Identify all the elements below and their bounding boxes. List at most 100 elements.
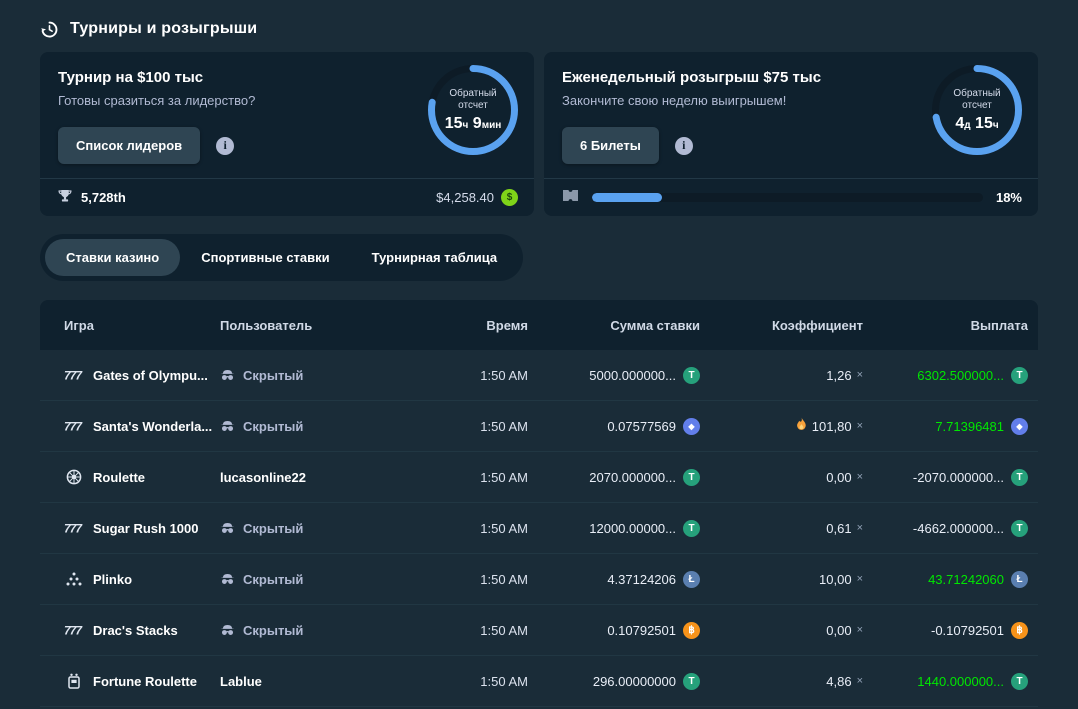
bet-amount: 4.37124206 — [607, 572, 676, 587]
multiplier: 0,61 — [826, 521, 851, 536]
countdown-ring: Обратный отсчет 15ч 9мин — [424, 61, 522, 159]
multiplier: 10,00 — [819, 572, 852, 587]
username: Скрытый — [243, 419, 303, 434]
hidden-user-icon — [220, 420, 235, 432]
username: Lablue — [220, 674, 262, 689]
svg-text:777: 777 — [64, 369, 83, 383]
game-icon — [64, 469, 84, 485]
tab-2[interactable]: Турнирная таблица — [351, 239, 518, 276]
player-rank: 5,728th — [81, 190, 126, 205]
coin-icon: T — [1011, 673, 1028, 690]
bet-tabs: Ставки казиноСпортивные ставкиТурнирная … — [40, 234, 523, 281]
flame-icon — [796, 417, 807, 436]
table-row[interactable]: Fortune Roulette Lablue 1:50 AM 296.0000… — [40, 656, 1038, 707]
tab-0[interactable]: Ставки казино — [45, 239, 180, 276]
raffle-footer: 18% — [544, 178, 1038, 216]
countdown-label: Обратный — [449, 88, 496, 101]
bet-amount: 5000.000000... — [589, 368, 676, 383]
raffle-progress-label: 18% — [996, 190, 1022, 205]
table-row[interactable]: 777 Drac's Stacks Скрытый 1:50 AM 0.1079… — [40, 605, 1038, 656]
hidden-user-icon — [220, 573, 235, 585]
col-game: Игра — [64, 318, 220, 333]
raffle-card-top: Еженедельный розыгрыш $75 тыс Закончите … — [544, 52, 1038, 178]
raffle-progress-fill — [592, 193, 662, 202]
coin-icon: ◆ — [683, 418, 700, 435]
payout-amount: -0.10792501 — [931, 623, 1004, 638]
coin-icon: ◆ — [1011, 418, 1028, 435]
coin-icon: Ł — [1011, 571, 1028, 588]
multiplier: 4,86 — [826, 674, 851, 689]
tournament-card: Турнир на $100 тыс Готовы сразиться за л… — [40, 52, 534, 216]
bet-time: 1:50 AM — [400, 470, 528, 485]
bet-amount: 12000.00000... — [589, 521, 676, 536]
countdown-ring: Обратный отсчет 4д 15ч — [928, 61, 1026, 159]
tournaments-page: Турниры и розыгрыши Турнир на $100 тыс Г… — [0, 0, 1078, 707]
tab-1[interactable]: Спортивные ставки — [180, 239, 350, 276]
col-amount: Сумма ставки — [528, 318, 700, 333]
raffle-progress-bar — [592, 193, 983, 202]
multiplier: 0,00 — [826, 470, 851, 485]
col-payout: Выплата — [863, 318, 1028, 333]
username: Скрытый — [243, 521, 303, 536]
game-name: Plinko — [93, 572, 132, 587]
ticket-icon — [562, 189, 579, 207]
game-icon — [64, 673, 84, 689]
game-name: Drac's Stacks — [93, 623, 178, 638]
payout-amount: 6302.500000... — [917, 368, 1004, 383]
coin-icon: T — [683, 367, 700, 384]
svg-text:777: 777 — [64, 624, 83, 638]
game-icon: 777 — [64, 521, 84, 535]
game-icon: 777 — [64, 623, 84, 637]
usd-coin-icon: $ — [501, 189, 518, 206]
game-icon: 777 — [64, 368, 84, 382]
game-icon: 777 — [64, 419, 84, 433]
tickets-button[interactable]: 6 Билеты — [562, 127, 659, 164]
bet-time: 1:50 AM — [400, 368, 528, 383]
raffle-card: Еженедельный розыгрыш $75 тыс Закончите … — [544, 52, 1038, 216]
trophy-icon — [58, 189, 72, 206]
payout-amount: -4662.000000... — [913, 521, 1004, 536]
bet-amount: 296.00000000 — [593, 674, 676, 689]
page-header: Турниры и розыгрыши — [40, 16, 1038, 42]
coin-icon: T — [1011, 367, 1028, 384]
bet-time: 1:50 AM — [400, 572, 528, 587]
page-title: Турниры и розыгрыши — [70, 20, 257, 38]
multiplier: 0,00 — [826, 623, 851, 638]
payout-amount: 7.71396481 — [935, 419, 1004, 434]
info-icon[interactable]: i — [675, 137, 693, 155]
username: Скрытый — [243, 572, 303, 587]
bet-time: 1:50 AM — [400, 521, 528, 536]
coin-icon: T — [683, 673, 700, 690]
table-row[interactable]: Plinko Скрытый 1:50 AM 4.37124206 Ł 10,0… — [40, 554, 1038, 605]
svg-text:777: 777 — [64, 522, 83, 536]
game-name: Fortune Roulette — [93, 674, 197, 689]
bet-amount: 0.07577569 — [607, 419, 676, 434]
coin-icon: ฿ — [1011, 622, 1028, 639]
col-multiplier: Коэффициент — [700, 318, 863, 333]
leaderboard-button[interactable]: Список лидеров — [58, 127, 200, 164]
game-name: Roulette — [93, 470, 145, 485]
bet-amount: 0.10792501 — [607, 623, 676, 638]
username: Скрытый — [243, 368, 303, 383]
col-user: Пользователь — [220, 318, 400, 333]
hidden-user-icon — [220, 624, 235, 636]
bet-amount: 2070.000000... — [589, 470, 676, 485]
hidden-user-icon — [220, 522, 235, 534]
username: Скрытый — [243, 623, 303, 638]
game-name: Gates of Olympu... — [93, 368, 208, 383]
coin-icon: Ł — [683, 571, 700, 588]
countdown-label: Обратный — [953, 88, 1000, 101]
svg-text:777: 777 — [64, 420, 83, 434]
coin-icon: T — [683, 469, 700, 486]
col-time: Время — [400, 318, 528, 333]
multiplier: 1,26 — [826, 368, 851, 383]
table-header: Игра Пользователь Время Сумма ставки Коэ… — [40, 300, 1038, 350]
game-icon — [64, 572, 84, 586]
table-row[interactable]: Roulette lucasonline22 1:50 AM 2070.0000… — [40, 452, 1038, 503]
tournament-footer: 5,728th $4,258.40 $ — [40, 178, 534, 216]
multiplier: 101,80 — [812, 419, 852, 434]
table-row[interactable]: 777 Santa's Wonderla... Скрытый 1:50 AM … — [40, 401, 1038, 452]
table-row[interactable]: 777 Gates of Olympu... Скрытый 1:50 AM 5… — [40, 350, 1038, 401]
info-icon[interactable]: i — [216, 137, 234, 155]
table-row[interactable]: 777 Sugar Rush 1000 Скрытый 1:50 AM 1200… — [40, 503, 1038, 554]
